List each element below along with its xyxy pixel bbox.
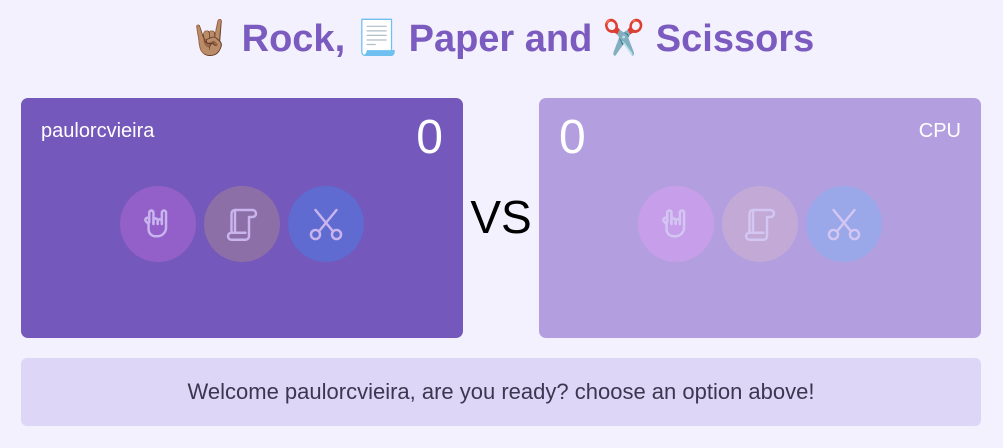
title-scissors-word: Scissors xyxy=(655,18,815,60)
player-rock-button[interactable] xyxy=(120,186,196,262)
player-options xyxy=(21,186,463,264)
player-paper-button[interactable] xyxy=(204,186,280,262)
player-name: paulorcvieira xyxy=(41,120,155,142)
cpu-paper-option xyxy=(722,186,798,262)
rock-icon xyxy=(144,209,168,238)
title-rock-word: Rock, xyxy=(241,18,346,60)
cpu-rock-option xyxy=(638,186,714,262)
paper-icon xyxy=(226,208,258,241)
page-title: 🤘🏽 Rock, 📃 Paper and ✂️ Scissors xyxy=(0,18,1003,61)
player-score: 0 xyxy=(416,111,443,164)
paper-emoji-icon: 📃 xyxy=(355,19,399,57)
player-scissors-button[interactable] xyxy=(288,186,364,262)
scissors-emoji-icon: ✂️ xyxy=(602,19,646,57)
scissors-icon xyxy=(827,208,861,241)
cpu-options xyxy=(539,186,981,264)
scissors-icon xyxy=(309,208,343,241)
cpu-panel: CPU 0 xyxy=(539,98,981,338)
title-paper-word: Paper and xyxy=(408,18,593,60)
rock-icon xyxy=(662,209,686,238)
versus-label: VS xyxy=(470,191,532,243)
cpu-score: 0 xyxy=(559,111,586,164)
rock-emoji-icon: 🤘🏽 xyxy=(188,19,232,57)
cpu-scissors-option xyxy=(806,186,882,262)
cpu-name: CPU xyxy=(918,120,961,142)
player-panel: paulorcvieira 0 xyxy=(21,98,463,338)
status-message: Welcome paulorcvieira, are you ready? ch… xyxy=(21,358,981,426)
paper-icon xyxy=(744,208,776,241)
